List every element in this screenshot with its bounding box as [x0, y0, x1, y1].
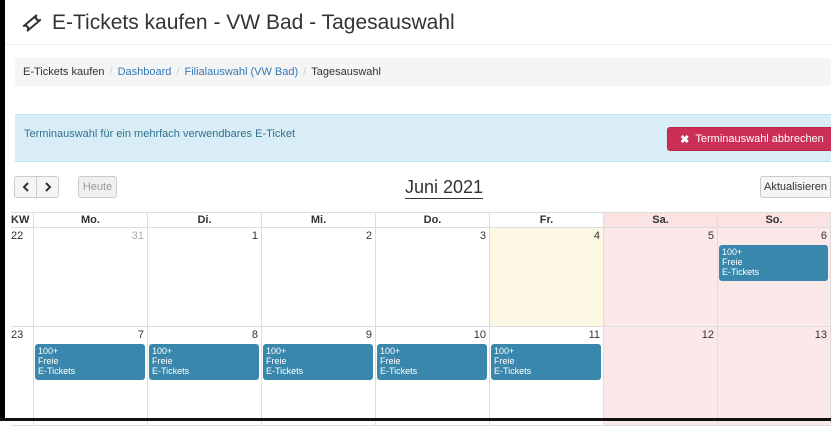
- next-month-button[interactable]: [36, 176, 59, 198]
- event-line: Freie: [152, 356, 173, 366]
- day-cell[interactable]: 11 100+ Freie E-Tickets: [490, 327, 604, 426]
- breadcrumb-link-dashboard[interactable]: Dashboard: [118, 66, 172, 78]
- day-number: 7: [137, 329, 144, 341]
- day-number: 31: [131, 230, 144, 242]
- day-number: 4: [593, 230, 600, 242]
- week-number: 22: [11, 230, 24, 242]
- event-line: E-Tickets: [494, 366, 532, 376]
- event-line: Freie: [38, 356, 59, 366]
- breadcrumb-separator: /: [109, 66, 113, 78]
- day-cell[interactable]: 9 100+ Freie E-Tickets: [262, 327, 376, 426]
- day-cell[interactable]: 10 100+ Freie E-Tickets: [376, 327, 490, 426]
- page-title-text: E-Tickets kaufen - VW Bad - Tagesauswahl: [52, 11, 455, 34]
- breadcrumb-separator: /: [303, 66, 307, 78]
- close-icon: ✖: [680, 133, 690, 146]
- day-cell[interactable]: 13: [718, 327, 831, 426]
- cancel-selection-button[interactable]: ✖ Terminauswahl abbrechen: [667, 127, 831, 151]
- page-title: E-Tickets kaufen - VW Bad - Tagesauswahl: [22, 8, 455, 38]
- ticket-icon: [22, 13, 42, 33]
- refresh-button[interactable]: Aktualisieren: [760, 176, 831, 198]
- event-line: E-Tickets: [38, 366, 76, 376]
- day-cell[interactable]: 1: [148, 228, 262, 327]
- weekday-header-1: Mo.: [34, 212, 148, 228]
- chevron-left-icon: [22, 182, 30, 192]
- day-number: 5: [707, 230, 714, 242]
- title-divider: [5, 44, 831, 45]
- info-alert: Terminauswahl für ein mehrfach verwendba…: [15, 114, 831, 162]
- day-cell[interactable]: 31: [34, 228, 148, 327]
- event-line: E-Tickets: [380, 366, 418, 376]
- prev-month-button[interactable]: [14, 176, 37, 198]
- cancel-selection-label: Terminauswahl abbrechen: [695, 133, 824, 145]
- event-line: 100+: [722, 247, 743, 257]
- weekday-header-5: Fr.: [490, 212, 604, 228]
- availability-event[interactable]: 100+ Freie E-Tickets: [491, 344, 601, 380]
- kw-column-header: KW: [11, 212, 34, 228]
- weekday-header-3: Mi.: [262, 212, 376, 228]
- day-number: 10: [473, 329, 486, 341]
- week-number-cell: 22: [11, 228, 34, 327]
- day-number: 2: [365, 230, 372, 242]
- event-line: 100+: [494, 346, 515, 356]
- event-line: 100+: [266, 346, 287, 356]
- chevron-right-icon: [44, 182, 52, 192]
- breadcrumb-link-filialauswahl[interactable]: Filialauswahl (VW Bad): [184, 66, 298, 78]
- event-line: E-Tickets: [152, 366, 190, 376]
- availability-event[interactable]: 100+ Freie E-Tickets: [719, 245, 828, 281]
- breadcrumb-separator: /: [176, 66, 180, 78]
- event-line: Freie: [722, 257, 743, 267]
- event-line: 100+: [38, 346, 59, 356]
- day-number: 12: [701, 329, 714, 341]
- day-number: 3: [479, 230, 486, 242]
- calendar-grid: KW Mo. Di. Mi. Do. Fr. Sa. So. 22 31 1 2 3 4 5 6 100+ Fre…: [11, 212, 831, 426]
- day-number: 8: [251, 329, 258, 341]
- event-line: 100+: [152, 346, 173, 356]
- today-button[interactable]: Heute: [78, 176, 117, 198]
- day-cell[interactable]: 2: [262, 228, 376, 327]
- day-cell[interactable]: 12: [604, 327, 718, 426]
- week-number-cell: 23: [11, 327, 34, 426]
- breadcrumb-item-current: Tagesauswahl: [311, 66, 381, 78]
- weekday-header-4: Do.: [376, 212, 490, 228]
- breadcrumb-item-etickets: E-Tickets kaufen: [23, 66, 105, 78]
- day-cell[interactable]: 6 100+ Freie E-Tickets: [718, 228, 831, 327]
- event-line: Freie: [494, 356, 515, 366]
- event-line: Freie: [380, 356, 401, 366]
- day-number: 1: [251, 230, 258, 242]
- event-line: E-Tickets: [722, 267, 760, 277]
- day-cell[interactable]: 5: [604, 228, 718, 327]
- event-line: E-Tickets: [266, 366, 304, 376]
- availability-event[interactable]: 100+ Freie E-Tickets: [149, 344, 259, 380]
- breadcrumb: E-Tickets kaufen / Dashboard / Filialaus…: [15, 58, 831, 86]
- availability-event[interactable]: 100+ Freie E-Tickets: [377, 344, 487, 380]
- event-line: 100+: [380, 346, 401, 356]
- alert-text: Terminauswahl für ein mehrfach verwendba…: [24, 128, 296, 140]
- day-number: 11: [588, 329, 600, 341]
- weekday-header-2: Di.: [148, 212, 262, 228]
- day-number: 9: [365, 329, 372, 341]
- day-cell[interactable]: 4: [490, 228, 604, 327]
- day-cell[interactable]: 3: [376, 228, 490, 327]
- availability-event[interactable]: 100+ Freie E-Tickets: [263, 344, 373, 380]
- weekday-header-7: So.: [718, 212, 831, 228]
- day-cell[interactable]: 8 100+ Freie E-Tickets: [148, 327, 262, 426]
- day-number: 6: [820, 230, 827, 242]
- month-title: Juni 2021: [405, 177, 484, 199]
- window-frame-left: [0, 0, 5, 421]
- availability-event[interactable]: 100+ Freie E-Tickets: [35, 344, 145, 380]
- weekday-header-6: Sa.: [604, 212, 718, 228]
- event-line: Freie: [266, 356, 287, 366]
- week-number: 23: [11, 329, 24, 341]
- day-cell[interactable]: 7 100+ Freie E-Tickets: [34, 327, 148, 426]
- day-number: 13: [814, 329, 827, 341]
